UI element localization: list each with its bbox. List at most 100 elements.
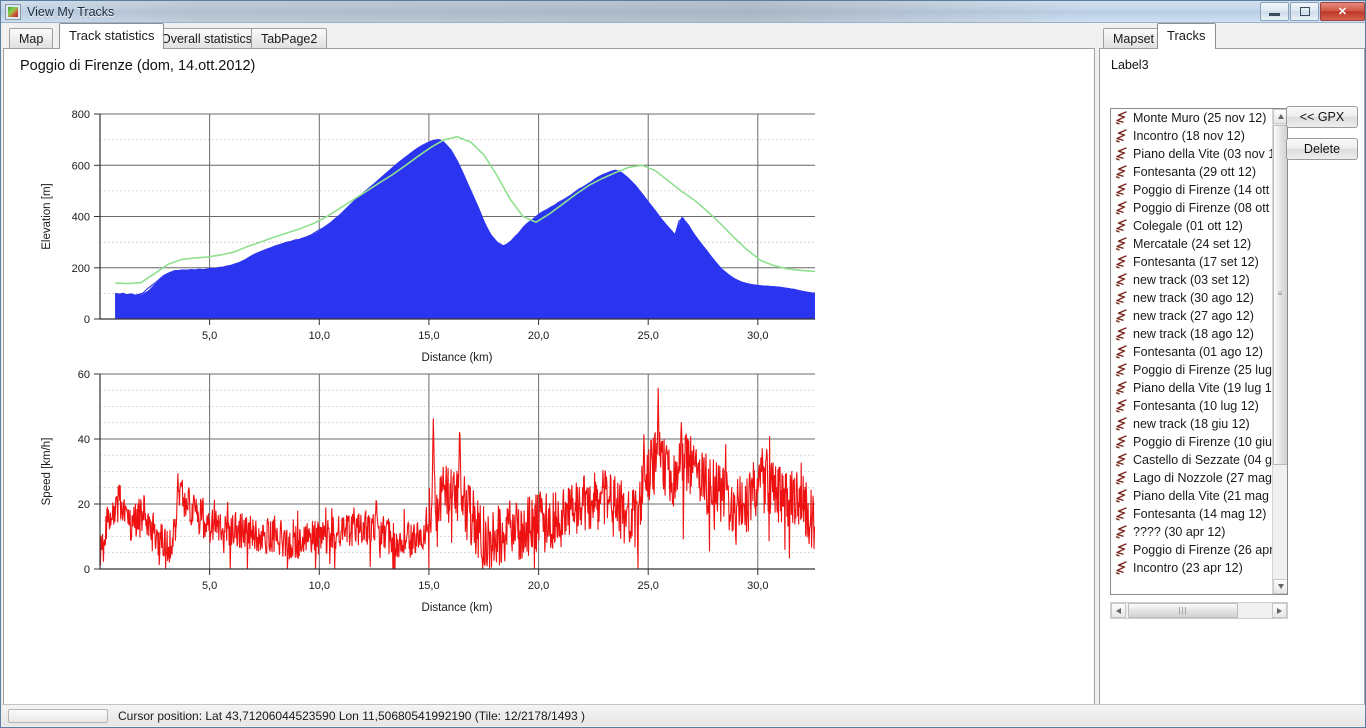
tab-tracks[interactable]: Tracks xyxy=(1157,23,1216,49)
list-item[interactable]: new track (03 set 12) xyxy=(1111,271,1274,289)
speed-y-ticks: 0 20 40 60 xyxy=(78,369,100,576)
list-item[interactable]: Piano della Vite (19 lug 12 xyxy=(1111,379,1274,397)
maximize-button[interactable] xyxy=(1290,2,1319,21)
track-name: new track (03 set 12) xyxy=(1133,273,1250,287)
track-name: Fontesanta (14 mag 12) xyxy=(1133,507,1267,521)
track-path-icon xyxy=(1115,363,1127,377)
track-path-icon xyxy=(1115,417,1127,431)
track-name: Piano della Vite (19 lug 12 xyxy=(1133,381,1274,395)
track-path-icon xyxy=(1115,381,1127,395)
list-item[interactable]: Fontesanta (01 ago 12) xyxy=(1111,343,1274,361)
track-path-icon xyxy=(1115,435,1127,449)
track-name: Piano della Vite (03 nov 1 xyxy=(1133,147,1274,161)
track-path-icon xyxy=(1115,309,1127,323)
tracks-vertical-scrollbar[interactable]: ≡ xyxy=(1272,109,1287,594)
speed-chart-svg: 0 20 40 60 5,0 10,0 15,0 20,0 25,0 30,0 … xyxy=(41,369,815,614)
list-item[interactable]: Fontesanta (14 mag 12) xyxy=(1111,505,1274,523)
list-item[interactable]: Piano della Vite (03 nov 1 xyxy=(1111,145,1274,163)
list-item[interactable]: ???? (30 apr 12) xyxy=(1111,523,1274,541)
elev-ytick-800: 800 xyxy=(72,109,90,121)
gpx-button[interactable]: << GPX xyxy=(1286,106,1358,128)
track-statistics-panel: Poggio di Firenze (dom, 14.ott.2012) 0 2… xyxy=(3,48,1095,705)
track-name: Fontesanta (17 set 12) xyxy=(1133,255,1259,269)
chevron-up-icon xyxy=(1277,114,1284,119)
list-item[interactable]: Poggio di Firenze (08 ott 1 xyxy=(1111,199,1274,217)
scroll-thumb-grip: ≡ xyxy=(1277,289,1284,298)
list-item[interactable]: new track (18 giu 12) xyxy=(1111,415,1274,433)
list-item[interactable]: Poggio di Firenze (26 apr 1 xyxy=(1111,541,1274,559)
tab-overall-statistics[interactable]: Overall statistics xyxy=(151,28,262,49)
h-thumb-grip: ||| xyxy=(1178,605,1188,615)
track-path-icon xyxy=(1115,111,1127,125)
list-item[interactable]: Fontesanta (10 lug 12) xyxy=(1111,397,1274,415)
list-item[interactable]: Incontro (23 apr 12) xyxy=(1111,559,1274,577)
track-path-icon xyxy=(1115,165,1127,179)
list-item[interactable]: Poggio di Firenze (25 lug 1 xyxy=(1111,361,1274,379)
track-path-icon xyxy=(1115,543,1127,557)
list-item[interactable]: Castello di Sezzate (04 giu xyxy=(1111,451,1274,469)
elev-xtick-15: 15,0 xyxy=(418,330,439,342)
tracks-horizontal-scrollbar[interactable]: ||| xyxy=(1110,602,1288,619)
track-path-icon xyxy=(1115,219,1127,233)
speed-xtick-25: 25,0 xyxy=(637,580,658,592)
list-item[interactable]: new track (27 ago 12) xyxy=(1111,307,1274,325)
track-path-icon xyxy=(1115,129,1127,143)
elev-ytick-600: 600 xyxy=(72,160,90,172)
list-item[interactable]: Poggio di Firenze (14 ott 1 xyxy=(1111,181,1274,199)
tracks-listbox[interactable]: Monte Muro (25 nov 12) Incontro (18 nov 1… xyxy=(1110,108,1288,595)
close-button[interactable]: ✕ xyxy=(1320,2,1365,21)
list-item[interactable]: Lago di Nozzole (27 mag 1 xyxy=(1111,469,1274,487)
tab-track-statistics[interactable]: Track statistics xyxy=(59,23,165,49)
track-path-icon xyxy=(1115,237,1127,251)
vertical-scroll-thumb[interactable]: ≡ xyxy=(1273,125,1287,465)
delete-button[interactable]: Delete xyxy=(1286,138,1358,160)
list-item[interactable]: Poggio di Firenze (10 giu 1 xyxy=(1111,433,1274,451)
list-item[interactable]: Incontro (18 nov 12) xyxy=(1111,127,1274,145)
list-item[interactable]: Fontesanta (17 set 12) xyxy=(1111,253,1274,271)
tracks-list[interactable]: Monte Muro (25 nov 12) Incontro (18 nov 1… xyxy=(1111,109,1274,594)
speed-ytick-60: 60 xyxy=(78,369,90,381)
scroll-left-button[interactable] xyxy=(1111,603,1126,618)
progress-indicator xyxy=(8,708,108,723)
track-name: Poggio di Firenze (10 giu 1 xyxy=(1133,435,1274,449)
list-item[interactable]: Colegale (01 ott 12) xyxy=(1111,217,1274,235)
track-name: Piano della Vite (21 mag 1 xyxy=(1133,489,1274,503)
scroll-right-button[interactable] xyxy=(1272,603,1287,618)
chevron-right-icon xyxy=(1277,607,1282,614)
elev-xtick-25: 25,0 xyxy=(637,330,658,342)
tab-mapset[interactable]: Mapset xyxy=(1103,28,1164,49)
track-name: Fontesanta (10 lug 12) xyxy=(1133,399,1259,413)
speed-ytick-40: 40 xyxy=(78,434,90,446)
list-item[interactable]: Piano della Vite (21 mag 1 xyxy=(1111,487,1274,505)
side-panel: Mapset Tracks Label3 Monte Muro (25 nov … xyxy=(1099,23,1365,705)
list-item[interactable]: Mercatale (24 set 12) xyxy=(1111,235,1274,253)
track-path-icon xyxy=(1115,471,1127,485)
track-name: Monte Muro (25 nov 12) xyxy=(1133,111,1267,125)
track-path-icon xyxy=(1115,201,1127,215)
minimize-button[interactable] xyxy=(1260,2,1289,21)
speed-chart: 0 20 40 60 5,0 10,0 15,0 20,0 25,0 30,0 … xyxy=(20,349,840,619)
list-item[interactable]: new track (30 ago 12) xyxy=(1111,289,1274,307)
track-name: new track (30 ago 12) xyxy=(1133,291,1254,305)
list-item[interactable]: Monte Muro (25 nov 12) xyxy=(1111,109,1274,127)
track-name: Colegale (01 ott 12) xyxy=(1133,219,1243,233)
tab-map[interactable]: Map xyxy=(9,28,54,49)
track-path-icon xyxy=(1115,291,1127,305)
scroll-down-button[interactable] xyxy=(1273,579,1287,594)
main-tabstrip: Map Track statistics Overall statistics … xyxy=(3,23,1095,49)
chevron-down-icon xyxy=(1277,584,1284,589)
elevation-ylabel: Elevation [m] xyxy=(41,183,53,249)
track-name: Lago di Nozzole (27 mag 1 xyxy=(1133,471,1274,485)
tab-tabpage2[interactable]: TabPage2 xyxy=(251,28,328,49)
window-controls: ✕ xyxy=(1260,2,1365,21)
track-name: new track (27 ago 12) xyxy=(1133,309,1254,323)
speed-xtick-20: 20,0 xyxy=(528,580,549,592)
list-item[interactable]: new track (18 ago 12) xyxy=(1111,325,1274,343)
track-name: new track (18 ago 12) xyxy=(1133,327,1254,341)
track-path-icon xyxy=(1115,525,1127,539)
list-item[interactable]: Fontesanta (29 ott 12) xyxy=(1111,163,1274,181)
speed-ytick-0: 0 xyxy=(84,564,90,576)
track-name: Poggio di Firenze (26 apr 1 xyxy=(1133,543,1274,557)
track-name: Poggio di Firenze (14 ott 1 xyxy=(1133,183,1274,197)
horizontal-scroll-thumb[interactable]: ||| xyxy=(1128,603,1238,618)
